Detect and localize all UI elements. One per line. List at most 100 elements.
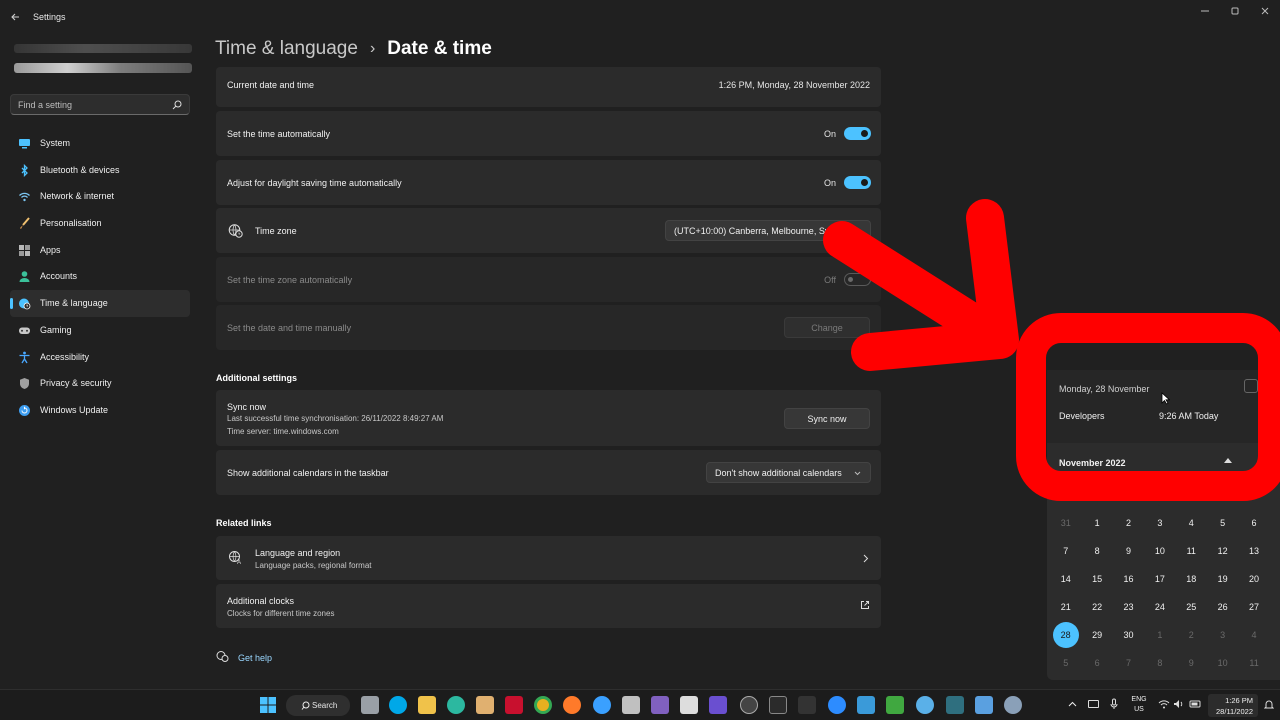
month-up-icon[interactable] [1224,457,1232,463]
calendar-day[interactable]: 5 [1050,649,1081,677]
language-indicator-top[interactable]: ENG [1126,696,1152,703]
calendar-day[interactable]: 24 [1144,593,1175,621]
event-title[interactable]: Developers [1059,411,1105,421]
sidebar-item-system[interactable]: System [10,130,190,157]
app-icon[interactable] [593,696,611,714]
change-button[interactable]: Change [784,317,870,338]
sidebar-item-windows-update[interactable]: Windows Update [10,397,190,424]
calendar-day[interactable]: 11 [1176,537,1207,565]
daylight-saving-toggle[interactable] [844,176,871,189]
wifi-icon[interactable] [1158,699,1170,709]
filezilla-icon[interactable] [505,696,523,714]
sidebar-item-network[interactable]: Network & internet [10,183,190,210]
calendar-day[interactable]: 6 [1081,649,1112,677]
calendar-day[interactable]: 21 [1050,593,1081,621]
calendar-day[interactable]: 26 [1207,593,1238,621]
zoom-icon[interactable] [828,696,846,714]
calendar-month-title[interactable]: November 2022 [1059,458,1126,468]
volume-icon[interactable] [1173,699,1185,709]
app-icon[interactable] [709,696,727,714]
calendar-day[interactable]: 6 [1238,509,1269,537]
calendar-day[interactable]: 14 [1050,565,1081,593]
calendar-day[interactable]: 16 [1113,565,1144,593]
calendar-day[interactable]: 11 [1238,649,1269,677]
settings-gear-icon[interactable] [1004,696,1022,714]
calendar-day[interactable]: 1 [1144,621,1175,649]
calendar-day[interactable]: 7 [1113,649,1144,677]
sidebar-item-personalisation[interactable]: Personalisation [10,210,190,237]
chevron-up-icon[interactable] [1068,701,1077,707]
calendar-day[interactable]: 8 [1144,649,1175,677]
sidebar-item-accounts[interactable]: Accounts [10,263,190,290]
taskbar-search-button[interactable]: Search [286,695,350,716]
calendar-day[interactable]: 17 [1144,565,1175,593]
calendar-day[interactable]: 15 [1081,565,1112,593]
close-icon[interactable] [1256,4,1274,18]
calendar-day[interactable]: 20 [1238,565,1269,593]
calendar-day[interactable]: 19 [1207,565,1238,593]
agenda-collapse-button[interactable] [1244,379,1258,393]
start-icon[interactable] [259,696,277,714]
calendar-day[interactable]: 3 [1144,509,1175,537]
calendar-day[interactable]: 8 [1081,537,1112,565]
app-icon[interactable] [975,696,993,714]
calendar-day[interactable]: 7 [1050,537,1081,565]
sidebar-item-time-language[interactable]: Time & language [10,290,190,317]
app-icon[interactable] [680,696,698,714]
chrome-icon[interactable] [534,696,552,714]
calendar-day[interactable]: 1 [1081,509,1112,537]
calendar-day[interactable]: 25 [1176,593,1207,621]
minimize-icon[interactable] [1196,4,1214,18]
skype-icon[interactable] [389,696,407,714]
breadcrumb-parent-link[interactable]: Time & language [215,38,358,60]
calendar-day[interactable]: 2 [1113,509,1144,537]
calendar-day[interactable]: 10 [1144,537,1175,565]
task-view-icon[interactable] [361,696,379,714]
app-icon[interactable] [857,696,875,714]
file-explorer-icon[interactable] [418,696,436,714]
powershell-icon[interactable] [946,696,964,714]
calendar-day[interactable]: 4 [1238,621,1269,649]
calendar-day[interactable]: 27 [1238,593,1269,621]
calendar-day[interactable]: 5 [1207,509,1238,537]
set-time-zone-automatically-toggle[interactable] [844,273,871,286]
app-icon[interactable] [651,696,669,714]
search-input[interactable] [18,98,168,112]
terminal-icon[interactable] [769,696,787,714]
app-icon[interactable] [798,696,816,714]
calendar-day[interactable]: 2 [1176,621,1207,649]
calendar-day[interactable]: 9 [1113,537,1144,565]
calendar-day[interactable]: 13 [1238,537,1269,565]
additional-clocks-link[interactable]: Additional clocks Clocks for different t… [216,584,881,628]
taskbar-clock[interactable]: 1:26 PM 28/11/2022 [1208,694,1258,717]
keyboard-icon[interactable] [1088,700,1099,708]
battery-icon[interactable] [1189,699,1203,709]
calendar-day[interactable]: 18 [1176,565,1207,593]
calendar-day[interactable]: 3 [1207,621,1238,649]
calendar-day[interactable]: 31 [1050,509,1081,537]
find-setting-search[interactable] [10,94,190,115]
time-zone-dropdown[interactable]: (UTC+10:00) Canberra, Melbourne, Sydney [665,220,871,241]
set-time-automatically-toggle[interactable] [844,127,871,140]
sidebar-item-apps[interactable]: Apps [10,237,190,264]
calendar-day[interactable]: 12 [1207,537,1238,565]
maximize-icon[interactable] [1226,4,1244,18]
app-icon[interactable] [476,696,494,714]
microphone-icon[interactable] [1110,698,1118,710]
sidebar-item-bluetooth[interactable]: Bluetooth & devices [10,157,190,184]
sidebar-item-gaming[interactable]: Gaming [10,317,190,344]
calendar-day[interactable]: 23 [1113,593,1144,621]
edge-icon[interactable] [447,696,465,714]
app-icon[interactable] [622,696,640,714]
app-icon[interactable] [916,696,934,714]
sync-now-button[interactable]: Sync now [784,408,870,429]
calendar-day-today[interactable]: 28 [1050,621,1081,649]
notification-bell-icon[interactable] [1264,700,1274,710]
back-arrow-icon[interactable] [8,9,24,25]
calendar-day[interactable]: 22 [1081,593,1112,621]
firefox-icon[interactable] [563,696,581,714]
calendar-day[interactable]: 29 [1081,621,1112,649]
calendar-day[interactable]: 10 [1207,649,1238,677]
additional-calendars-dropdown[interactable]: Don't show additional calendars [706,462,871,483]
app-icon[interactable] [740,696,758,714]
